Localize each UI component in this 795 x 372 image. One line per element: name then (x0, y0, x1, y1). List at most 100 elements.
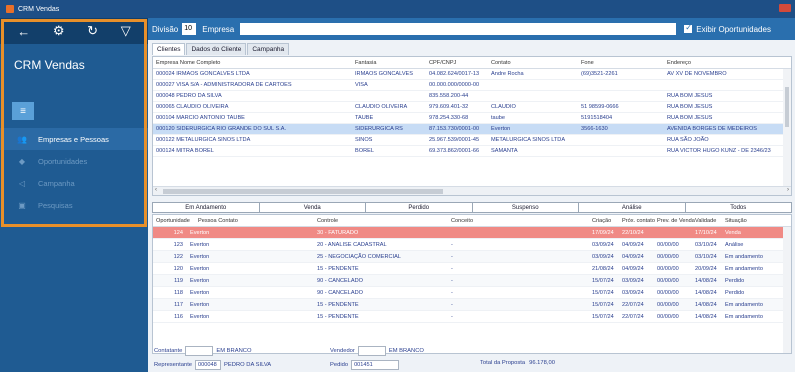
status-tab-venda[interactable]: Venda (260, 203, 366, 212)
table-cell: Everton (190, 266, 210, 272)
table-cell: RUA SÃO JOÃO (667, 137, 709, 143)
sidebar-toolbar: ← ⚙ ↻ ▽ (0, 18, 148, 44)
table-row[interactable]: 000104 MARCIO ANTONIO TAUBE TAUBE 978.254.… (153, 113, 791, 124)
table-cell: 000048 PEDRO DA SILVA (156, 93, 222, 99)
table-cell: 00/00/00 (657, 314, 679, 320)
table-cell (491, 80, 581, 90)
column-header[interactable]: Criação (592, 215, 622, 226)
table-cell: 116 (174, 314, 183, 320)
table-cell: 22/07/24 (622, 302, 644, 308)
table-cell: 03/09/24 (592, 242, 614, 248)
scroll-thumb[interactable] (163, 189, 443, 194)
table-cell: Andre Rocha (491, 71, 524, 77)
scroll-right-icon[interactable]: › (787, 187, 789, 193)
back-arrow-icon[interactable]: ← (17, 24, 30, 39)
status-tab-análise[interactable]: Análise (579, 203, 686, 212)
table-cell: CLAUDIO (491, 104, 516, 110)
sidebar-item-campanha[interactable]: ◁ Campanha (0, 172, 148, 194)
column-header[interactable]: Empresa Nome Completo (153, 57, 355, 68)
status-tab-em-andamento[interactable]: Em Andamento (153, 203, 260, 212)
tab-dados-do-cliente[interactable]: Dados do Cliente (186, 43, 247, 55)
clients-vertical-scrollbar[interactable] (783, 69, 791, 187)
status-tab-perdido[interactable]: Perdido (366, 203, 473, 212)
table-cell: 000120 SIDERURGICA RIO GRANDE DO SUL S.A… (156, 126, 287, 132)
filter-icon[interactable]: ▽ (121, 23, 131, 39)
table-row[interactable]: 000048 PEDRO DA SILVA 835.558.200-44 RUA B… (153, 91, 791, 102)
scroll-thumb[interactable] (785, 87, 789, 127)
table-row[interactable]: 000027 VISA S/A - ADMINISTRADORA DE CART… (153, 80, 791, 91)
table-row[interactable]: 000065 CLAUDIO OLIVEIRA CLAUDIO OLIVEIRA 9… (153, 102, 791, 113)
scroll-left-icon[interactable]: ‹ (155, 187, 157, 193)
table-row[interactable]: 000122 METALURGICA SINOS LTDA SINOS 25.967… (153, 135, 791, 146)
column-header[interactable]: CPF/CNPJ (429, 57, 491, 68)
table-cell: 00/00/00 (657, 278, 679, 284)
close-window-button[interactable] (779, 4, 791, 12)
table-cell: 835.558.200-44 (429, 93, 469, 99)
column-header[interactable]: Pessoa Contato (195, 215, 317, 226)
table-row[interactable]: 000024 IRMAOS GONCALVES LTDA IRMAOS GONCA… (153, 69, 791, 80)
table-row[interactable]: 122 Everton 25 - NEGOCIAÇÃO COMERCIAL - 03/0… (153, 251, 791, 263)
clients-horizontal-scrollbar[interactable]: ‹ › (153, 186, 791, 195)
sidebar-item-empresas-e-pessoas[interactable]: 👥 Empresas e Pessoas (0, 128, 148, 150)
gear-icon[interactable]: ⚙ (53, 23, 65, 39)
table-row[interactable]: 000124 MITRA BOREL BOREL 69.373.862/0001-6… (153, 146, 791, 157)
column-header[interactable]: Próx. contato (622, 215, 657, 226)
table-cell: 15/07/24 (592, 302, 614, 308)
table-cell: 000122 METALURGICA SINOS LTDA (156, 137, 251, 143)
column-header[interactable]: Endereço (667, 57, 777, 68)
contatante-input[interactable] (185, 346, 214, 356)
empresa-input[interactable] (240, 23, 677, 35)
column-header[interactable]: Fantasia (355, 57, 429, 68)
table-cell: - (451, 242, 453, 248)
total-row: Total da Proposta 96.178,00 (480, 360, 555, 366)
refresh-icon[interactable]: ↻ (87, 23, 98, 39)
column-header[interactable]: Controle (317, 215, 451, 226)
column-header[interactable]: Prev. de Venda (657, 215, 695, 226)
status-tab-suspenso[interactable]: Suspenso (473, 203, 579, 212)
table-row[interactable]: 123 Everton 20 - ANALISE CADASTRAL - 03/09/2… (153, 239, 791, 251)
table-cell: 17/09/24 (592, 230, 614, 236)
table-cell (355, 91, 429, 101)
tab-clientes[interactable]: Clientes (152, 43, 186, 55)
megaphone-icon: ◁ (18, 178, 26, 188)
table-cell: Everton (190, 254, 210, 260)
table-row[interactable]: 116 Everton 15 - PENDENTE - 15/07/24 22/07/24… (153, 311, 791, 323)
table-cell: Everton (190, 242, 210, 248)
table-row[interactable]: 119 Everton 90 - CANCELADO - 15/07/24 03/09/2… (153, 275, 791, 287)
column-header[interactable]: Oportunidade (153, 215, 195, 226)
representante-name: PEDRO DA SILVA (224, 362, 272, 368)
column-header[interactable]: Situação (725, 215, 781, 226)
table-row[interactable]: 117 Everton 15 - PENDENTE - 15/07/24 22/07/24… (153, 299, 791, 311)
table-cell: 14/08/24 (695, 290, 717, 296)
table-row[interactable]: 000120 SIDERURGICA RIO GRANDE DO SUL S.A… (153, 124, 791, 135)
table-row[interactable]: 124 Everton 30 - FATURADO 17/09/24 22/10/24 1… (153, 227, 791, 239)
column-header[interactable]: Contato (491, 57, 581, 68)
status-tab-todos[interactable]: Todos (686, 203, 792, 212)
sidebar-item-pesquisas[interactable]: ▣ Pesquisas (0, 194, 148, 216)
table-cell: AVENIDA BORGES DE MEDEIROS (667, 126, 758, 132)
table-row[interactable]: 118 Everton 90 - CANCELADO - 15/07/24 03/09/2… (153, 287, 791, 299)
representante-code-input[interactable]: 000048 (195, 360, 222, 370)
column-header[interactable]: Fone (581, 57, 667, 68)
pedido-input[interactable]: 001451 (351, 360, 400, 370)
footer-panel: Contatante EM BRANCO Vendedor EM BRANCO … (152, 346, 792, 372)
divisao-input[interactable]: 10 (182, 23, 197, 35)
table-row[interactable]: 120 Everton 15 - PENDENTE - 21/08/24 04/09/24… (153, 263, 791, 275)
table-cell: 15/07/24 (592, 290, 614, 296)
table-cell: 17/10/24 (695, 230, 717, 236)
sidebar-item-oportunidades[interactable]: ◆ Oportunidades (0, 150, 148, 172)
table-cell (491, 91, 581, 101)
sidebar-menu: 👥 Empresas e Pessoas ◆ Oportunidades ◁ Campan… (0, 128, 148, 216)
column-header[interactable]: Validade (695, 215, 725, 226)
column-header[interactable]: Conceito (451, 215, 592, 226)
opportunities-vertical-scrollbar[interactable] (783, 227, 791, 353)
table-cell: 15/07/24 (592, 278, 614, 284)
hamburger-menu-button[interactable]: ≡ (12, 102, 34, 120)
opportunities-grid: Oportunidade Pessoa Contato Controle Concei… (152, 214, 792, 354)
tab-campanha[interactable]: Campanha (247, 43, 290, 55)
exibir-oportunidades-checkbox[interactable] (684, 23, 693, 33)
table-cell (657, 227, 695, 238)
table-cell: 04.082.624/0017-13 (429, 71, 480, 77)
diamond-icon: ◆ (18, 156, 26, 166)
vendedor-input[interactable] (357, 346, 386, 356)
